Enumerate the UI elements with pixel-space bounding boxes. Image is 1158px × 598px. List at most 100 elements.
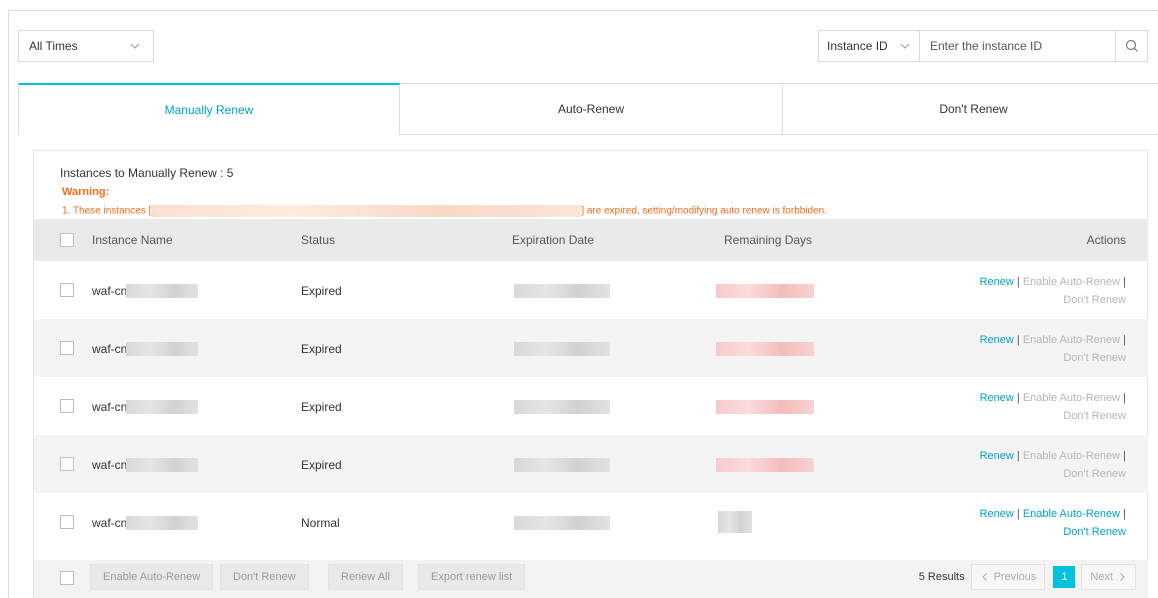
status-text: Normal	[301, 516, 340, 530]
next-page-button[interactable]: Next	[1081, 564, 1136, 590]
enable-auto-renew-link[interactable]: Enable Auto-Renew	[1023, 334, 1120, 346]
summary-count: 5	[226, 166, 234, 180]
instance-name: waf-cn	[92, 458, 128, 472]
bulk-enable-auto-renew-button[interactable]: Enable Auto-Renew	[90, 564, 214, 590]
renew-link[interactable]: Renew	[980, 450, 1014, 462]
redacted-expiration-date	[514, 516, 610, 530]
renew-link[interactable]: Renew	[980, 508, 1014, 520]
row-actions: Renew | Enable Auto-Renew | Don't Renew	[980, 331, 1126, 367]
enable-auto-renew-link[interactable]: Enable Auto-Renew	[1023, 450, 1120, 462]
dont-renew-link[interactable]: Don't Renew	[1063, 294, 1126, 306]
chevron-down-icon	[130, 43, 140, 49]
status-text: Expired	[301, 284, 342, 298]
enable-auto-renew-link[interactable]: Enable Auto-Renew	[1023, 392, 1120, 404]
enable-auto-renew-link[interactable]: Enable Auto-Renew	[1023, 508, 1120, 520]
renew-tabs: Manually Renew Auto-Renew Don't Renew	[18, 83, 1158, 135]
action-separator: |	[1016, 392, 1020, 404]
table-header: Instance Name Status Expiration Date Rem…	[34, 219, 1148, 261]
redacted-expiration-date	[514, 284, 610, 298]
row-actions: Renew | Enable Auto-Renew | Don't Renew	[980, 389, 1126, 425]
col-actions: Actions	[1086, 233, 1126, 247]
table-footer: Enable Auto-Renew Don't Renew Renew All …	[34, 560, 1148, 598]
tab-dont-renew[interactable]: Don't Renew	[783, 83, 1158, 135]
renew-link[interactable]: Renew	[980, 276, 1014, 288]
tab-manually-renew[interactable]: Manually Renew	[18, 83, 400, 135]
redacted-remaining-days	[716, 400, 814, 414]
col-expiration-date: Expiration Date	[512, 233, 595, 247]
renew-link[interactable]: Renew	[980, 334, 1014, 346]
redacted-expiration-date	[514, 458, 610, 472]
next-label: Next	[1090, 571, 1113, 583]
redacted-expiration-date	[514, 400, 610, 414]
search-input[interactable]	[920, 30, 1116, 62]
enable-auto-renew-link[interactable]: Enable Auto-Renew	[1023, 276, 1120, 288]
row-checkbox[interactable]	[60, 399, 74, 413]
warning-suffix: ] are expired, setting/modifying auto re…	[581, 205, 828, 217]
summary-heading: Instances to Manually Renew : 5	[60, 166, 233, 180]
table-row: waf-cn Expired Renew | Enable Auto-Renew…	[34, 261, 1148, 319]
action-separator: |	[1016, 508, 1020, 520]
search-field-select[interactable]: Instance ID	[818, 30, 920, 62]
search-button[interactable]	[1116, 30, 1148, 62]
renew-all-button[interactable]: Renew All	[328, 564, 403, 590]
warning-title: Warning:	[62, 186, 110, 198]
row-actions: Renew | Enable Auto-Renew | Don't Renew	[980, 447, 1126, 483]
summary-separator: :	[216, 166, 227, 180]
dont-renew-link[interactable]: Don't Renew	[1063, 410, 1126, 422]
action-separator: |	[1123, 276, 1126, 288]
col-instance-name: Instance Name	[92, 233, 173, 247]
time-filter-select[interactable]: All Times	[18, 30, 154, 62]
action-separator: |	[1123, 508, 1126, 520]
row-checkbox[interactable]	[60, 341, 74, 355]
bulk-dont-renew-button[interactable]: Don't Renew	[220, 564, 309, 590]
search-icon	[1125, 39, 1138, 52]
time-filter-value: All Times	[29, 39, 78, 53]
instance-name: waf-cn	[92, 516, 128, 530]
instance-name: waf-cn	[92, 342, 128, 356]
warning-prefix: 1. These instances [	[62, 205, 152, 217]
instance-name: waf-cn	[92, 400, 128, 414]
row-checkbox[interactable]	[60, 515, 74, 529]
redacted-remaining-days	[718, 511, 752, 533]
action-separator: |	[1123, 392, 1126, 404]
pagination: 5 Results Previous 1 Next	[919, 564, 1136, 590]
summary-label: Instances to Manually Renew	[60, 166, 217, 180]
chevron-down-icon	[900, 43, 910, 49]
table-row: waf-cn Expired Renew | Enable Auto-Renew…	[34, 377, 1148, 435]
search-field-value: Instance ID	[827, 39, 888, 53]
row-actions: Renew | Enable Auto-Renew | Don't Renew	[980, 273, 1126, 309]
table-row: waf-cn Normal Renew | Enable Auto-Renew …	[34, 493, 1148, 551]
warning-text: 1. These instances [ ] are expired, setti…	[62, 205, 827, 217]
col-status: Status	[301, 233, 336, 247]
toolbar: All Times Instance ID	[18, 30, 1148, 62]
action-separator: |	[1123, 334, 1126, 346]
dont-renew-link[interactable]: Don't Renew	[1063, 526, 1126, 538]
results-count: 5 Results	[918, 571, 965, 583]
select-all-checkbox[interactable]	[60, 233, 74, 247]
search-group: Instance ID	[818, 30, 1148, 62]
redacted-instance-id	[126, 342, 198, 356]
footer-select-all-checkbox[interactable]	[60, 571, 74, 585]
export-renew-list-button[interactable]: Export renew list	[418, 564, 526, 590]
status-text: Expired	[301, 342, 342, 356]
chevron-right-icon	[1120, 573, 1125, 581]
action-separator: |	[1016, 334, 1020, 346]
row-checkbox[interactable]	[60, 457, 74, 471]
renew-link[interactable]: Renew	[980, 392, 1014, 404]
chevron-left-icon	[981, 573, 987, 581]
redacted-instance-id	[126, 516, 198, 530]
table-row: waf-cn Expired Renew | Enable Auto-Renew…	[34, 435, 1148, 493]
previous-page-button[interactable]: Previous	[970, 564, 1046, 590]
status-text: Expired	[301, 458, 342, 472]
row-actions: Renew | Enable Auto-Renew | Don't Renew	[980, 505, 1126, 541]
dont-renew-link[interactable]: Don't Renew	[1063, 352, 1126, 364]
tab-auto-renew[interactable]: Auto-Renew	[400, 83, 783, 135]
action-separator: |	[1016, 450, 1020, 462]
row-checkbox[interactable]	[60, 283, 74, 297]
action-separator: |	[1016, 276, 1020, 288]
dont-renew-link[interactable]: Don't Renew	[1063, 468, 1126, 480]
redacted-instance-list	[151, 205, 582, 217]
page-1-button[interactable]: 1	[1053, 566, 1076, 588]
table-row: waf-cn Expired Renew | Enable Auto-Renew…	[34, 319, 1148, 377]
redacted-instance-id	[126, 458, 198, 472]
